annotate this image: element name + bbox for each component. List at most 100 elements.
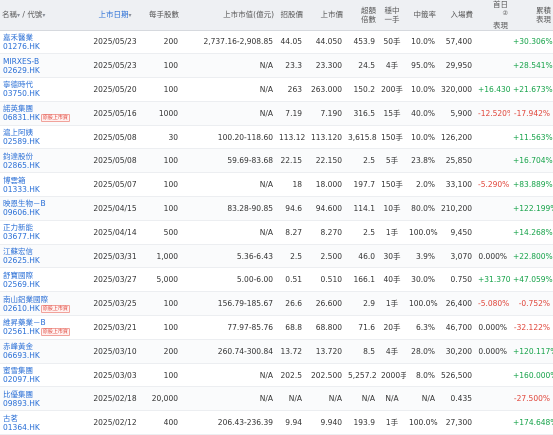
stock-code-link[interactable]: 02569.HK xyxy=(3,280,85,289)
stock-name-link[interactable]: 赤峰黃金 xyxy=(3,342,85,351)
col-header-date[interactable]: 上市日期▾ xyxy=(88,0,142,31)
stock-code-link[interactable]: 01333.HK xyxy=(3,185,85,194)
col-header-cap[interactable]: 上市市值(億元) xyxy=(181,0,276,31)
info-superscript-icon: ② xyxy=(502,10,508,17)
col-header-acc[interactable]: 累積 表現 xyxy=(510,0,553,31)
col-header-lot[interactable]: 每手股數 xyxy=(142,0,181,31)
stock-code-link[interactable]: 02629.HK xyxy=(3,66,85,75)
table-row[interactable]: 蜜雪集團 02097.HK 2025/03/03 100 N/A 202.5 202.500… xyxy=(0,363,553,388)
listing-date: 2025/03/03 xyxy=(88,363,142,388)
entry-fee: 27,300 xyxy=(438,410,475,435)
table-row[interactable]: 博雲箱 01333.HK 2025/05/07 100 N/A 18 18.000 197.7… xyxy=(0,172,553,198)
table-row[interactable]: 正力新能 03677.HK 2025/04/14 500 N/A 8.27 8.270 2.5… xyxy=(0,220,553,245)
header-lot-label: 每手股數 xyxy=(149,10,179,20)
col-header-name[interactable]: 名稱▾ / 代號▾ xyxy=(0,0,88,31)
stock-name-link[interactable]: 比優集團 xyxy=(3,390,85,399)
listing-price: 2.500 xyxy=(305,244,345,269)
one-lot-guarantee: 4手 xyxy=(378,53,406,79)
stock-code-link[interactable]: 01276.HK xyxy=(3,42,85,51)
table-row[interactable]: 古茗 01364.HK 2025/02/12 400 206.43-236.39 9.94… xyxy=(0,410,553,435)
table-row[interactable]: 舒寶國際 02569.HK 2025/03/27 5,000 5.00-6.00 0.51… xyxy=(0,267,553,293)
table-row[interactable]: 南山鋁業國際 02610.HK 原股上市資 2025/03/25 100 156.79-1… xyxy=(0,291,553,317)
table-row[interactable]: 映恩生物－B 09606.HK 2025/04/15 100 83.28-90.85 94… xyxy=(0,196,553,221)
stock-code: 09606.HK xyxy=(3,208,40,218)
lot-size: 500 xyxy=(142,220,181,245)
stock-name: 滬上阿姨 xyxy=(3,128,33,138)
table-row[interactable]: 江蘇宏信 02625.HK 2025/03/31 1,000 5.36-6.43 2.5 2… xyxy=(0,244,553,269)
stock-name-link[interactable]: 江蘇宏信 xyxy=(3,247,85,256)
first-day-performance: +31.370% xyxy=(475,267,510,293)
stock-name-link[interactable]: 維昇藥業－B xyxy=(3,318,85,327)
stock-name-link[interactable]: 寧德時代 xyxy=(3,80,85,89)
stock-code: 02865.HK xyxy=(3,160,40,170)
stock-code-link[interactable]: 02561.HK 原股上市資 xyxy=(3,327,85,337)
stock-code-link[interactable]: 02589.HK xyxy=(3,137,85,146)
stock-code-link[interactable]: 09606.HK xyxy=(3,208,85,217)
stock-name-link[interactable]: 蜜雪集團 xyxy=(3,366,85,375)
listing-price: 13.720 xyxy=(305,339,345,364)
table-row[interactable]: 鈞達股份 02865.HK 2025/05/08 100 59.69-83.68 22.1… xyxy=(0,148,553,174)
stock-name-link[interactable]: 鈞達股份 xyxy=(3,152,85,161)
stock-name-link[interactable]: 南山鋁業國際 xyxy=(3,295,85,304)
stock-name-link[interactable]: MIRXES-B xyxy=(3,57,85,66)
stock-name-link[interactable]: 正力新能 xyxy=(3,223,85,232)
stock-code-link[interactable]: 03677.HK xyxy=(3,232,85,241)
cumulative-performance: +28.541% xyxy=(510,53,553,79)
col-header-price[interactable]: 招股價 xyxy=(276,0,305,31)
allotment-rate: 10.0% xyxy=(406,30,438,55)
table-row[interactable]: 滬上阿姨 02589.HK 2025/05/08 30 100.20-118.60 113… xyxy=(0,125,553,150)
stock-code-link[interactable]: 02610.HK 原股上市資 xyxy=(3,304,85,313)
market-cap: N/A xyxy=(181,53,276,79)
cumulative-performance: +22.800% xyxy=(510,244,553,269)
listing-date: 2025/02/18 xyxy=(88,386,142,412)
stock-name-link[interactable]: 嘉禾醫業 xyxy=(3,33,85,42)
stock-name-link[interactable]: 古茗 xyxy=(3,414,85,423)
entry-fee: 526,500 xyxy=(438,363,475,388)
stock-name-link[interactable]: 博雲箱 xyxy=(3,176,85,185)
table-row[interactable]: 諾英集團 06831.HK 原股上市資 2025/05/16 1000 N/A 7.19 7.… xyxy=(0,101,553,126)
stock-code-link[interactable]: 02097.HK xyxy=(3,375,85,384)
market-cap: 260.74-300.84 xyxy=(181,339,276,364)
stock-code-link[interactable]: 09893.HK xyxy=(3,399,85,408)
stock-code-link[interactable]: 03750.HK xyxy=(3,89,85,98)
listing-date: 2025/03/31 xyxy=(88,244,142,269)
table-row[interactable]: 維昇藥業－B 02561.HK 原股上市資 2025/03/21 100 77.97-85… xyxy=(0,315,553,340)
oversubscription: 71.6 xyxy=(345,315,378,340)
stock-name-link[interactable]: 諾英集團 xyxy=(3,104,85,113)
stock-code-link[interactable]: 01364.HK xyxy=(3,423,85,432)
table-row[interactable]: 赤峰黃金 06693.HK 2025/03/10 200 260.74-300.84 13… xyxy=(0,339,553,364)
stock-code: 03750.HK xyxy=(3,89,40,99)
name-cell: 映恩生物－B 09606.HK xyxy=(0,196,88,221)
table-row[interactable]: 寧德時代 03750.HK 2025/05/20 100 N/A 263 263.000 15… xyxy=(0,77,553,102)
offer-price: 22.15 xyxy=(276,148,305,174)
stock-name-link[interactable]: 映恩生物－B xyxy=(3,199,85,208)
lot-size: 200 xyxy=(142,339,181,364)
allotment-rate: 8.0% xyxy=(406,363,438,388)
stock-code-link[interactable]: 02865.HK xyxy=(3,161,85,170)
offer-price: 263 xyxy=(276,77,305,102)
table-row[interactable]: 比優集團 09893.HK 2025/02/18 20,000 N/A N/A N/A N/A… xyxy=(0,386,553,412)
stock-name-link[interactable]: 舒寶國際 xyxy=(3,271,85,280)
lot-size: 100 xyxy=(142,148,181,174)
col-header-oversub[interactable]: 超額 倍數 xyxy=(345,0,378,31)
stock-code-link[interactable]: 02625.HK xyxy=(3,256,85,265)
stock-code-link[interactable]: 06693.HK xyxy=(3,351,85,360)
allotment-rate: 100.0% xyxy=(406,291,438,317)
col-header-rate[interactable]: 中籤率 xyxy=(406,0,438,31)
col-header-listprice[interactable]: 上市價 xyxy=(305,0,345,31)
col-header-d1[interactable]: 首日 ② 表現 xyxy=(475,0,510,31)
entry-fee: 25,850 xyxy=(438,148,475,174)
col-header-entry[interactable]: 入場費 xyxy=(438,0,475,31)
entry-fee: 9,450 xyxy=(438,220,475,245)
col-header-onelot[interactable]: 穩中 一手 xyxy=(378,0,406,31)
table-row[interactable]: MIRXES-B 02629.HK 2025/05/23 100 N/A 23.3 23.3… xyxy=(0,53,553,79)
offer-price: 18 xyxy=(276,172,305,198)
first-day-performance: -5.080% xyxy=(475,291,510,317)
sort-arrow-icon: ▾ xyxy=(42,11,46,19)
stock-name-link[interactable]: 滬上阿姨 xyxy=(3,128,85,137)
offer-price: 26.6 xyxy=(276,291,305,317)
offer-price: 94.6 xyxy=(276,196,305,221)
stock-code-link[interactable]: 06831.HK 原股上市資 xyxy=(3,113,85,123)
table-row[interactable]: 嘉禾醫業 01276.HK 2025/05/23 200 2,737.16-2,908.… xyxy=(0,30,553,55)
lot-size: 1000 xyxy=(142,101,181,126)
